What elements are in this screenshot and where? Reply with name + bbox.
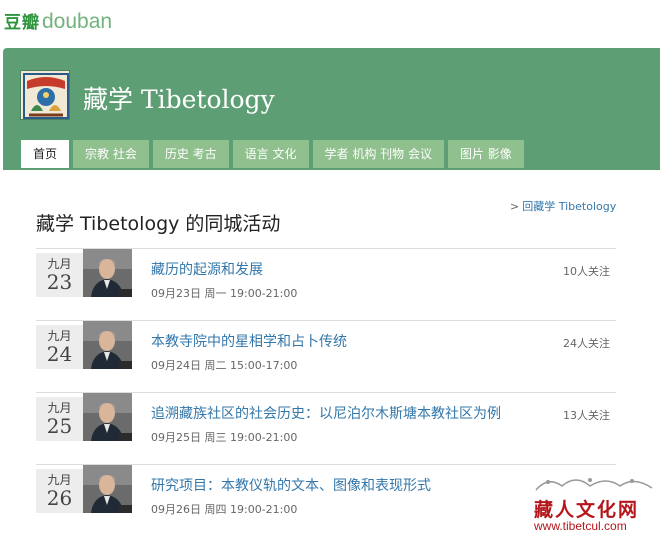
top-nav-bar: 豆瓣 douban — [0, 0, 660, 44]
event-item: 九月 24 本教寺院中的星相学和占卜传统 09月24日 周二 15:00-17:… — [36, 320, 616, 392]
back-to-group-link[interactable]: > 回藏学 Tibetology — [510, 198, 616, 214]
event-day: 25 — [46, 414, 73, 438]
event-title-link[interactable]: 藏历的起源和发展 — [151, 259, 263, 279]
watermark-decoration-icon — [535, 478, 653, 491]
event-item: 九月 23 藏历的起源和发展 09月23日 周一 19:00-21:00 10人… — [36, 248, 616, 320]
event-month: 九月 — [47, 329, 72, 343]
page-root: 豆瓣 douban 藏学 Tibetology 首页 宗教 社会 历史 考古 语… — [0, 0, 660, 537]
speaker-photo — [83, 465, 132, 513]
event-follow-count: 24人关注 — [563, 337, 610, 350]
event-date: 九月 24 — [36, 325, 83, 369]
event-time: 09月24日 周二 15:00-17:00 — [151, 359, 298, 372]
group-tabs: 首页 宗教 社会 历史 考古 语言 文化 学者 机构 刊物 会议 图片 影像 — [21, 140, 528, 168]
watermark-url-text: www.tibetcul.com — [534, 519, 627, 533]
tab-language-culture[interactable]: 语言 文化 — [232, 140, 309, 168]
event-day: 26 — [46, 486, 73, 510]
event-month: 九月 — [47, 473, 72, 487]
tab-religion-society[interactable]: 宗教 社会 — [73, 140, 149, 168]
speaker-photo — [83, 321, 132, 369]
event-month: 九月 — [47, 401, 72, 415]
event-time: 09月25日 周三 19:00-21:00 — [151, 431, 298, 444]
tab-scholars-institutions[interactable]: 学者 机构 刊物 会议 — [312, 140, 444, 168]
group-title: 藏学 Tibetology — [83, 85, 275, 114]
event-date: 九月 25 — [36, 397, 83, 441]
tab-home[interactable]: 首页 — [21, 140, 70, 168]
event-thumbnail[interactable] — [83, 465, 132, 513]
event-thumbnail[interactable] — [83, 393, 132, 441]
tab-images-video[interactable]: 图片 影像 — [447, 140, 524, 168]
event-title-link[interactable]: 追溯藏族社区的社会历史：以尼泊尔木斯塘本教社区为例 — [151, 403, 501, 423]
tab-history-archaeology[interactable]: 历史 考古 — [152, 140, 229, 168]
event-title-link[interactable]: 本教寺院中的星相学和占卜传统 — [151, 331, 347, 351]
back-arrow-icon: > — [510, 200, 520, 213]
event-follow-count: 10人关注 — [563, 265, 610, 278]
site-watermark: 藏人文化网 www.tibetcul.com — [528, 472, 660, 537]
event-item: 九月 25 追溯藏族社区的社会历史：以尼泊尔木斯塘本教社区为例 09月25日 周… — [36, 392, 616, 464]
event-day: 24 — [46, 342, 73, 366]
back-link-label: 回藏学 Tibetology — [522, 200, 617, 213]
event-title-link[interactable]: 研究项目：本教仪轨的文本、图像和表现形式 — [151, 475, 431, 495]
page-title: 藏学 Tibetology 的同城活动 — [36, 213, 281, 235]
event-thumbnail[interactable] — [83, 249, 132, 297]
douban-logo[interactable]: 豆瓣 douban — [4, 8, 112, 36]
event-month: 九月 — [47, 257, 72, 271]
event-date: 九月 26 — [36, 469, 83, 513]
speaker-photo — [83, 249, 132, 297]
event-thumbnail[interactable] — [83, 321, 132, 369]
thangka-image — [21, 71, 69, 119]
event-date: 九月 23 — [36, 253, 83, 297]
speaker-photo — [83, 393, 132, 441]
group-header: 藏学 Tibetology 首页 宗教 社会 历史 考古 语言 文化 学者 机构… — [3, 48, 660, 170]
event-time: 09月26日 周四 19:00-21:00 — [151, 503, 298, 516]
watermark-cn-text: 藏人文化网 — [534, 499, 640, 521]
group-avatar[interactable] — [20, 70, 70, 120]
event-day: 23 — [46, 270, 73, 294]
logo-cn-text: 豆瓣 — [4, 13, 40, 33]
event-time: 09月23日 周一 19:00-21:00 — [151, 287, 298, 300]
logo-en-text: douban — [42, 10, 113, 33]
event-follow-count: 13人关注 — [563, 409, 610, 422]
